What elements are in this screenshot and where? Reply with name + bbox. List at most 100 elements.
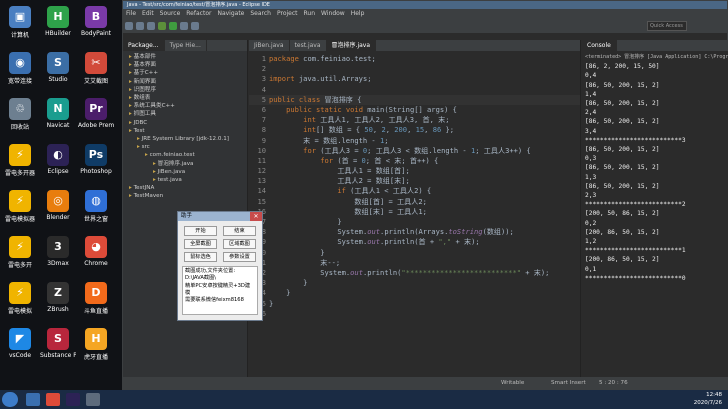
desktop-icon[interactable]: Ps Photoshop bbox=[78, 144, 114, 182]
menu-item[interactable]: Project bbox=[277, 9, 298, 18]
dialog-title-bar[interactable]: 助手 ✕ bbox=[178, 212, 262, 221]
tree-item[interactable]: ▸ 基本界面 bbox=[125, 61, 247, 69]
desktop-icon[interactable]: ♲ 回收站 bbox=[2, 98, 38, 136]
dialog-button[interactable]: 开始 bbox=[184, 226, 217, 236]
tab-package-explorer[interactable]: Type Hie... bbox=[165, 40, 207, 51]
code-area[interactable]: 1 package com.feiniao.test; 2 3 import java.… bbox=[249, 51, 580, 319]
tree-item[interactable]: ▸ TestJNA bbox=[125, 184, 247, 192]
app-icon: H bbox=[47, 6, 69, 28]
menu-item[interactable]: Edit bbox=[142, 9, 154, 18]
chrome-taskbar-icon[interactable] bbox=[46, 393, 60, 406]
desktop-icon[interactable]: S Studio bbox=[40, 52, 76, 90]
quick-access-input[interactable]: Quick Access bbox=[647, 21, 687, 31]
desktop-icon-label: 宽带连接 bbox=[7, 78, 32, 85]
code-line: 19 System.out.println(首 + "," + 末); bbox=[249, 237, 580, 247]
console-line: 2,4 bbox=[585, 109, 597, 117]
menu-item[interactable]: Window bbox=[321, 9, 345, 18]
start-button[interactable] bbox=[2, 392, 18, 407]
code-text: 数组[末] = 工具人1; bbox=[269, 206, 427, 216]
desktop-icon[interactable]: ◎ Blender bbox=[40, 190, 76, 228]
assistant-dialog: 助手 ✕ 开始 结束 全屏截图 区域截图 鼠标选色 参数设置 截图成功,文件夹位置: D:\… bbox=[177, 211, 263, 321]
desktop-icon[interactable]: ⚡ 雷电模拟 bbox=[2, 282, 38, 320]
desktop-icon[interactable]: N Navicat bbox=[40, 98, 76, 136]
desktop-icon[interactable]: D 斗鱼直播 bbox=[78, 282, 114, 320]
open-type-icon[interactable] bbox=[191, 22, 199, 30]
desktop-icon-label: Photoshop bbox=[80, 168, 112, 175]
desktop-icon[interactable]: H HBuilder bbox=[40, 6, 76, 44]
desktop-icon[interactable]: H 虎牙直播 bbox=[78, 328, 114, 366]
desktop-icon[interactable]: 3 3Dmax bbox=[40, 236, 76, 274]
desktop-icon[interactable]: ◤ vsCode bbox=[2, 328, 38, 366]
menu-item[interactable]: Run bbox=[304, 9, 316, 18]
desktop-icon[interactable]: Pr Adobe Premie... bbox=[78, 98, 114, 136]
menu-item[interactable]: File bbox=[126, 9, 136, 18]
tree-item[interactable]: ▸ 新闻界面 bbox=[125, 78, 247, 86]
desktop-icon[interactable]: ⚡ 雷电多开器 bbox=[2, 144, 38, 182]
menu-item[interactable]: Source bbox=[160, 9, 181, 18]
tab-editor-file[interactable]: 冒泡排序.java bbox=[326, 40, 377, 51]
system-clock[interactable]: 12:48 2020/7/26 bbox=[694, 391, 722, 407]
menu-item[interactable]: Search bbox=[250, 9, 271, 18]
desktop-icon[interactable]: ◕ Chrome bbox=[78, 236, 114, 274]
dialog-button[interactable]: 参数设置 bbox=[223, 252, 256, 262]
line-number: 14 bbox=[257, 186, 266, 196]
explorer-taskbar-icon[interactable] bbox=[26, 393, 40, 406]
status-cursor-position: 5 : 20 : 76 bbox=[599, 380, 628, 386]
app-taskbar-icon[interactable] bbox=[86, 393, 100, 406]
desktop-icon[interactable]: Z ZBrush bbox=[40, 282, 76, 320]
tree-item[interactable]: ▸ 基于C++ bbox=[125, 69, 247, 77]
desktop-icon[interactable]: ◍ 世界之窗 bbox=[78, 190, 114, 228]
menu-item[interactable]: Refactor bbox=[186, 9, 211, 18]
desktop-icon[interactable]: ⚡ 雷电多开 bbox=[2, 236, 38, 274]
dialog-button[interactable]: 结束 bbox=[223, 226, 256, 236]
code-line: 25} bbox=[249, 299, 580, 309]
tree-item[interactable]: ▸ src bbox=[125, 143, 247, 151]
desktop-icon[interactable]: ▣ 计算机 bbox=[2, 6, 38, 44]
search-icon[interactable] bbox=[180, 22, 188, 30]
tab-console[interactable]: Console bbox=[582, 40, 617, 51]
desktop-icon[interactable]: ⚡ 雷电模拟器 bbox=[2, 190, 38, 228]
dialog-button[interactable]: 全屏截图 bbox=[184, 239, 217, 249]
line-number: 13 bbox=[257, 176, 266, 186]
run-icon[interactable] bbox=[169, 22, 177, 30]
tree-item[interactable]: ▸ 系统工具类C++ bbox=[125, 102, 247, 110]
desktop-icon[interactable]: B BodyPaint bbox=[78, 6, 114, 44]
new-icon[interactable] bbox=[125, 22, 133, 30]
tree-item[interactable]: ▸ TestMaven bbox=[125, 192, 247, 200]
code-line: 13 工具人2 = 数组[末]; bbox=[249, 176, 580, 186]
tree-item[interactable]: ▸ 冒泡排序.java bbox=[125, 160, 247, 168]
save-icon[interactable] bbox=[136, 22, 144, 30]
dialog-button[interactable]: 区域截图 bbox=[223, 239, 256, 249]
tree-item[interactable]: ▸ test.java bbox=[125, 176, 247, 184]
desktop-icon[interactable]: ✂ 艾艾截图 bbox=[78, 52, 114, 90]
tab-editor-file[interactable]: test.java bbox=[290, 40, 327, 51]
tree-item[interactable]: ▸ 基本部件 bbox=[125, 53, 247, 61]
desktop-icon-label: Adobe Premie... bbox=[78, 122, 114, 129]
tree-item[interactable]: ▸ 识图程序 bbox=[125, 86, 247, 94]
tree-item[interactable]: ▸ JDBC bbox=[125, 119, 247, 127]
tab-package-explorer[interactable]: Package... bbox=[123, 40, 165, 51]
tree-item[interactable]: ▸ com.feiniao.test bbox=[125, 151, 247, 159]
debug-icon[interactable] bbox=[158, 22, 166, 30]
console-output: <terminated> 冒泡排序 [Java Application] C:\… bbox=[582, 51, 728, 285]
tree-item[interactable]: ▸ Test bbox=[125, 127, 247, 135]
code-line: 9 末 = 数组.length - 1; bbox=[249, 136, 580, 146]
tree-item-label: 抓图工具 bbox=[133, 111, 156, 118]
desktop-icon[interactable]: ◐ Eclipse bbox=[40, 144, 76, 182]
tree-item[interactable]: ▸ 抓图工具 bbox=[125, 110, 247, 118]
menu-item[interactable]: Help bbox=[351, 9, 365, 18]
desktop-icon[interactable]: S Substance Painter bbox=[40, 328, 76, 366]
dialog-button[interactable]: 鼠标选色 bbox=[184, 252, 217, 262]
menu-item[interactable]: Navigate bbox=[217, 9, 244, 18]
tree-item-label: 识图程序 bbox=[133, 86, 156, 93]
tree-item[interactable]: ▸ JRE System Library [jdk-12.0.1] bbox=[125, 135, 247, 143]
tab-editor-file[interactable]: JiBen.java bbox=[249, 40, 290, 51]
eclipse-taskbar-icon[interactable] bbox=[66, 393, 80, 406]
close-icon[interactable]: ✕ bbox=[250, 212, 262, 221]
dialog-title: 助手 bbox=[181, 213, 193, 219]
desktop-icon-label: 雷电多开器 bbox=[4, 170, 35, 177]
tree-item[interactable]: ▸ JiBen.java bbox=[125, 168, 247, 176]
tree-item[interactable]: ▸ 数组表 bbox=[125, 94, 247, 102]
desktop-icon[interactable]: ◉ 宽带连接 bbox=[2, 52, 38, 90]
print-icon[interactable] bbox=[147, 22, 155, 30]
